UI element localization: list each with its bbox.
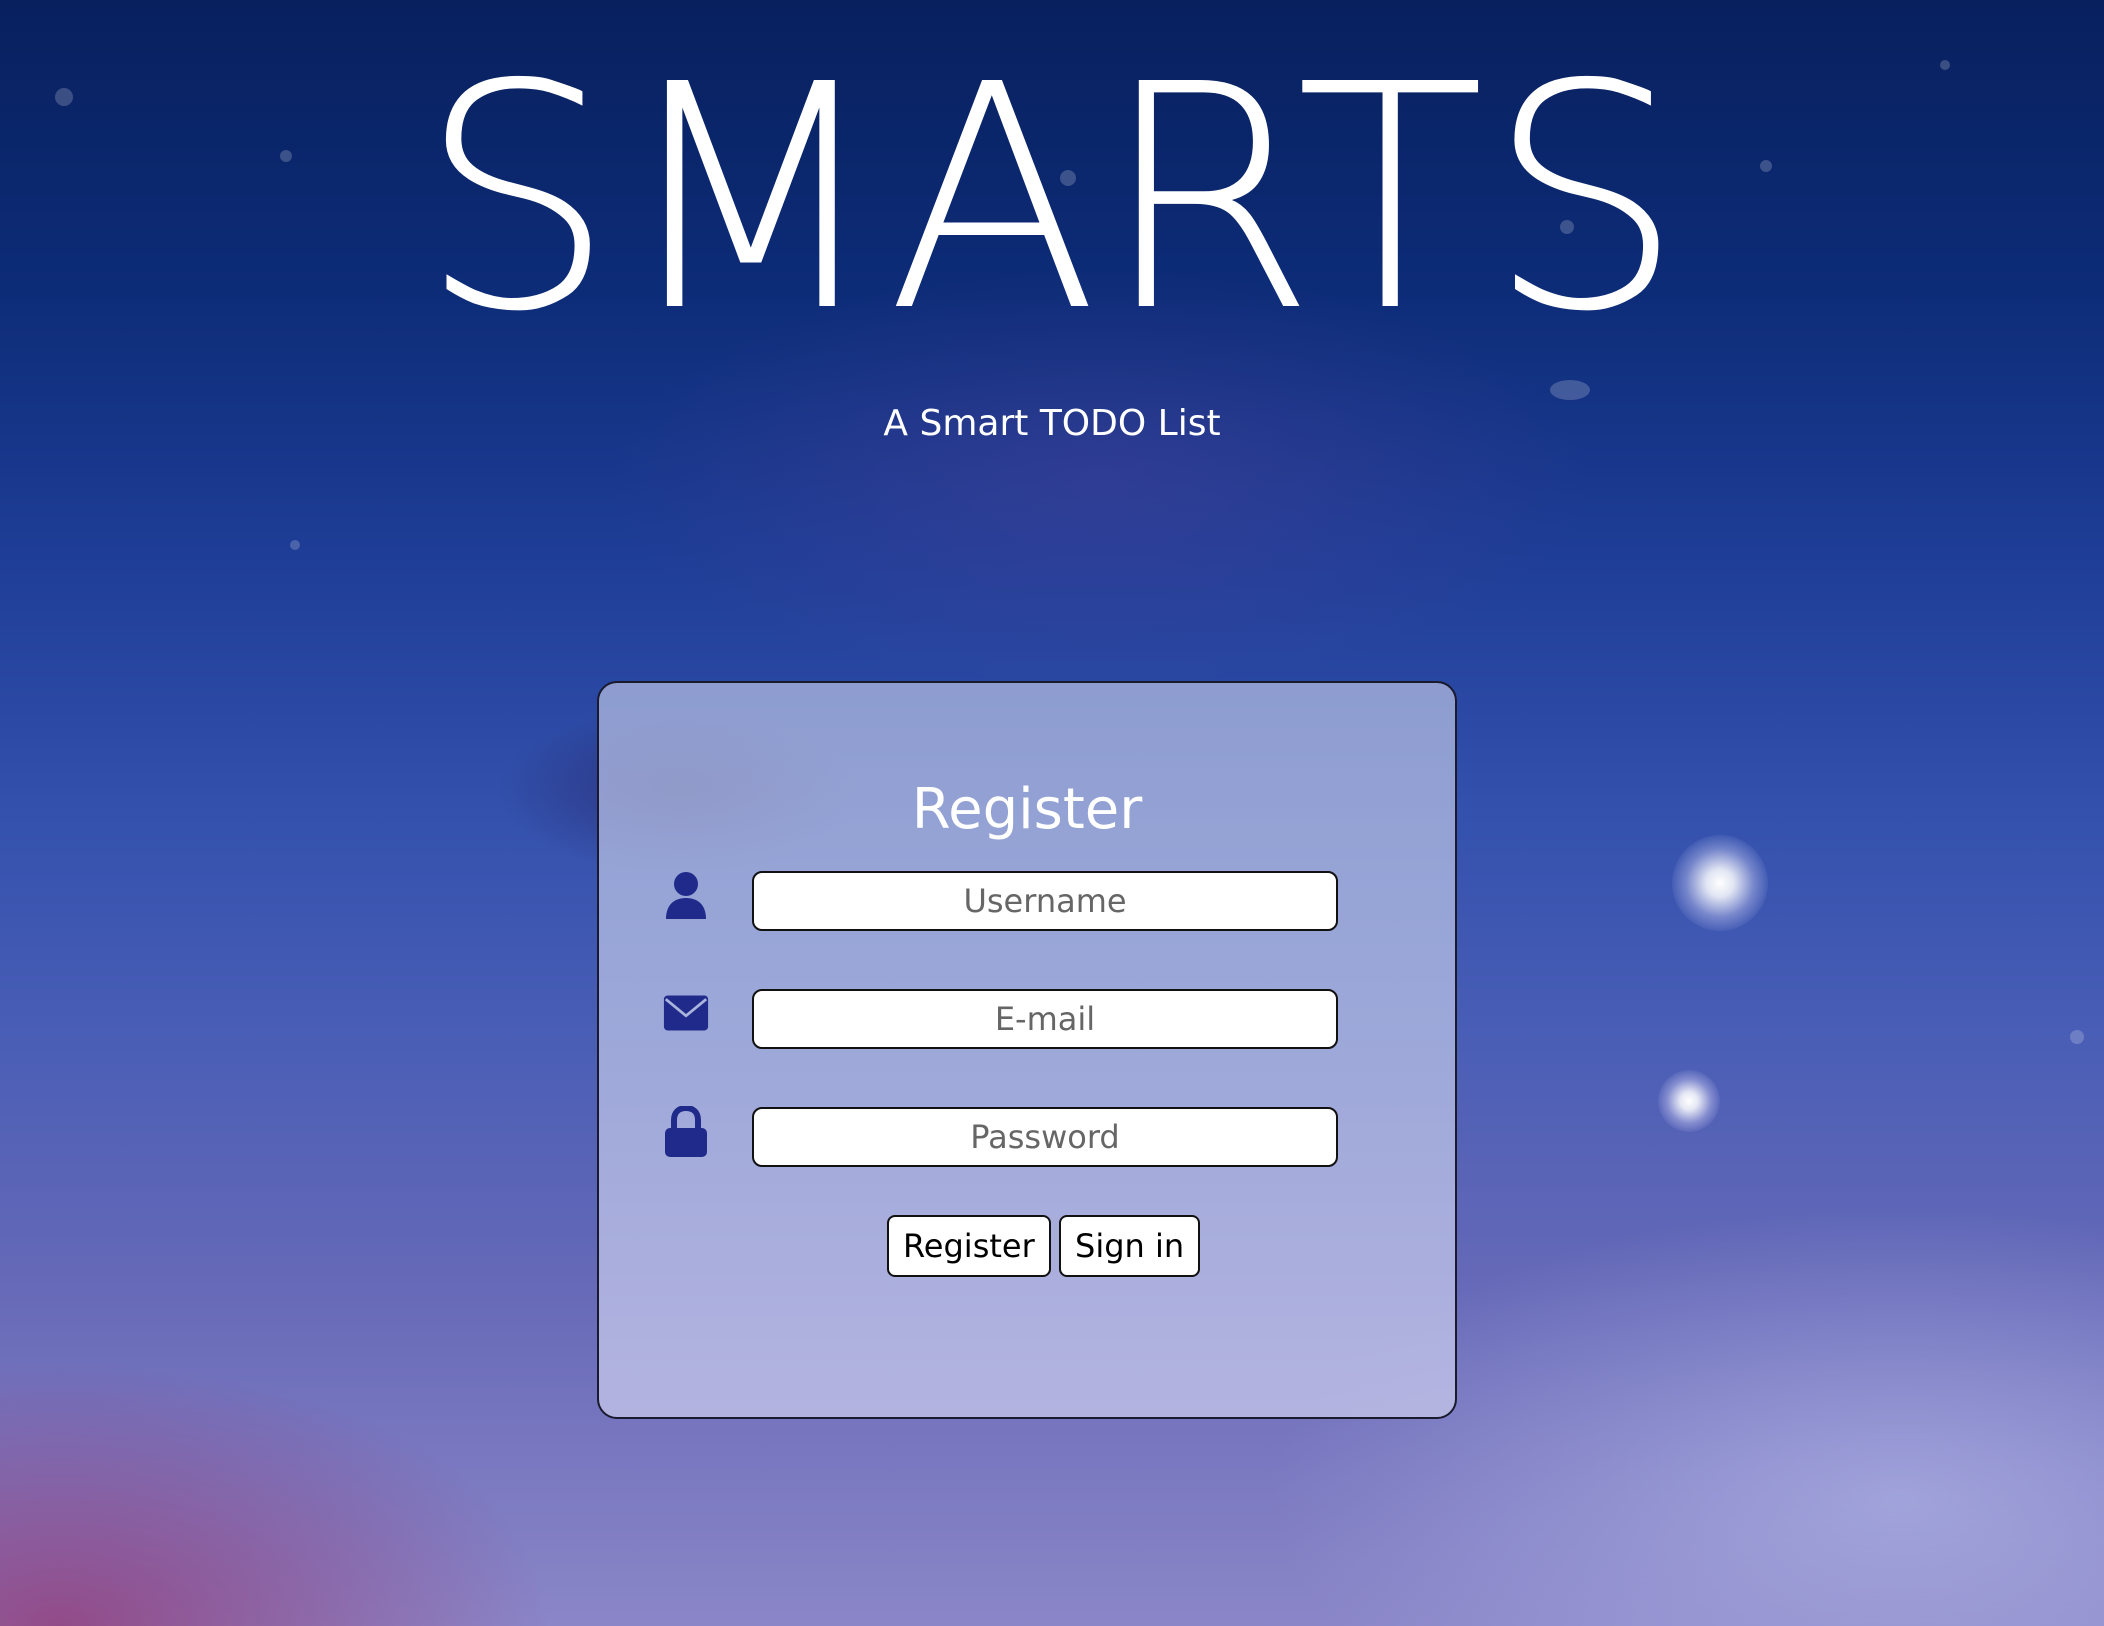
background-star [290, 540, 300, 550]
app-subtitle: A Smart TODO List [883, 403, 1221, 444]
password-input[interactable] [752, 1107, 1338, 1167]
app-title: SMARTS [418, 19, 1686, 380]
username-input[interactable] [752, 871, 1338, 931]
sign-in-button[interactable]: Sign in [1059, 1215, 1201, 1277]
user-icon [663, 871, 709, 921]
envelope-icon [663, 988, 709, 1038]
register-button[interactable]: Register [887, 1215, 1051, 1277]
background-bright-star [1658, 1070, 1720, 1132]
background-bright-star [1672, 835, 1768, 931]
email-input[interactable] [752, 989, 1338, 1049]
background-star [2070, 1030, 2084, 1044]
background-star [1550, 380, 1590, 400]
register-card: Register Register Sign in [597, 681, 1457, 1419]
lock-icon [663, 1106, 709, 1157]
register-heading: Register [911, 777, 1143, 842]
